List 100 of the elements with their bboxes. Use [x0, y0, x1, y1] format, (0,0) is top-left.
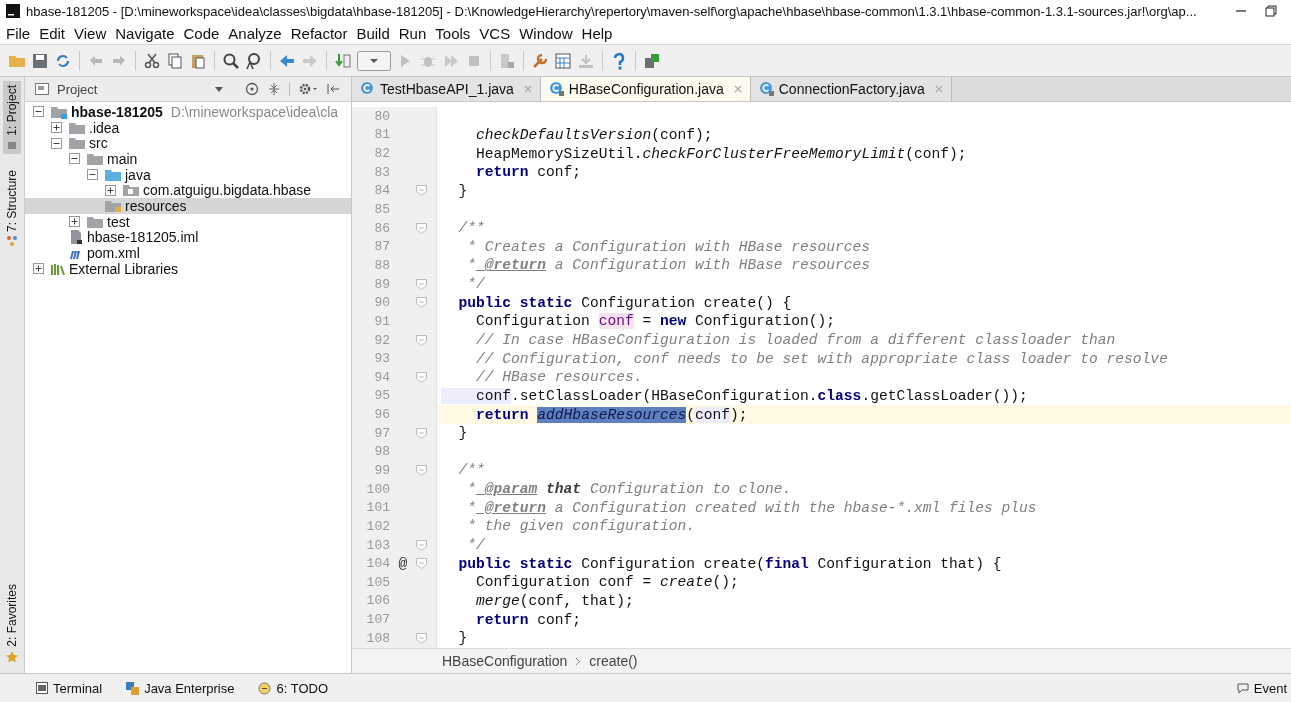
restore-icon[interactable] [1265, 5, 1277, 17]
cut-icon[interactable] [143, 51, 161, 70]
structure-icon[interactable] [498, 51, 516, 70]
menu-item[interactable]: Window [519, 24, 573, 42]
menu-item[interactable]: Tools [435, 24, 471, 42]
close-icon[interactable] [733, 85, 742, 93]
editor-tab[interactable]: TestHbaseAPI_1.java [352, 77, 541, 101]
event-log-icon[interactable] [1235, 681, 1250, 695]
line-number: 98 [373, 444, 390, 460]
menu-item[interactable]: Code [183, 24, 220, 42]
build-icon[interactable] [334, 51, 352, 70]
breadcrumb-item[interactable]: create() [589, 653, 638, 669]
layout-icon[interactable] [554, 51, 572, 70]
replace-icon[interactable] [245, 51, 263, 70]
fold-icon[interactable] [416, 539, 427, 551]
code-line: return conf; [475, 164, 582, 181]
copy-icon[interactable] [166, 51, 184, 70]
tree-item[interactable]: pom.xml [25, 245, 351, 261]
code-line: * @return a Configuration created with the hbase-*.xml files plus [466, 499, 1037, 516]
code-line: * the given configuration. [466, 518, 695, 535]
tree-item[interactable]: java [25, 166, 351, 183]
override-marker[interactable]: @ [398, 555, 408, 572]
tree-item[interactable]: resources [25, 198, 351, 214]
line-number: 95 [373, 388, 390, 404]
chevron-icon [575, 656, 582, 666]
expand-toggle-icon[interactable] [33, 263, 44, 275]
line-number: 101 [365, 500, 390, 516]
menu-item[interactable]: Run [398, 24, 427, 42]
tool-window-tab[interactable]: 7: Structure [3, 165, 21, 250]
save-icon[interactable] [31, 51, 49, 70]
line-number: 96 [373, 407, 390, 423]
tree-item[interactable]: main [25, 151, 351, 167]
menu-item[interactable]: Refactor [290, 24, 348, 42]
menu-item[interactable]: Edit [39, 24, 66, 42]
fold-icon[interactable] [416, 185, 427, 197]
fold-icon[interactable] [416, 427, 427, 439]
tree-item[interactable]: test [25, 213, 351, 230]
run-config-dropdown[interactable] [357, 50, 391, 71]
tree-item[interactable]: .idea [25, 119, 351, 136]
close-icon[interactable] [523, 85, 532, 93]
menu-item[interactable]: File [6, 24, 31, 42]
tree-item[interactable]: External Libraries [25, 260, 351, 277]
menu-item[interactable]: Help [581, 24, 613, 42]
hide-panel-icon[interactable] [326, 82, 340, 96]
tree-item[interactable]: hbase-181205.iml [25, 229, 351, 246]
tool-window-tab[interactable]: 2: Favorites [3, 580, 21, 667]
enterprise-icon [126, 681, 140, 695]
sdk-icon[interactable] [531, 51, 549, 70]
package-icon [122, 182, 140, 199]
fold-icon[interactable] [416, 297, 427, 309]
expand-toggle-icon[interactable] [105, 184, 116, 196]
collapse-toggle-icon[interactable] [33, 106, 44, 118]
editor-tab[interactable]: ConnectionFactory.java [750, 77, 952, 101]
code-line: public static Configuration create() { [457, 294, 792, 311]
collapse-toggle-icon[interactable] [69, 153, 80, 165]
code-line: Configuration conf = new Configuration(); [475, 313, 836, 330]
tool-window-button[interactable]: Terminal [36, 680, 103, 696]
fold-icon[interactable] [416, 371, 427, 383]
expand-toggle-icon[interactable] [69, 216, 80, 228]
tool-window-button[interactable]: 6: TODO [258, 680, 328, 696]
expand-toggle-icon[interactable] [51, 122, 62, 134]
editor-tab[interactable]: HBaseConfiguration.java [540, 77, 751, 101]
folder-icon [7, 139, 17, 150]
settings-icon[interactable] [298, 82, 318, 96]
line-number: 90 [373, 295, 390, 311]
fold-icon[interactable] [416, 278, 427, 290]
code-line: // HBase resources. [475, 369, 643, 386]
menu-item[interactable]: View [74, 24, 107, 42]
code-line: // In case HBaseConfiguration is loaded from a different classloader than [475, 332, 1116, 348]
tool-window-tab[interactable]: 1: Project [3, 81, 21, 154]
event-log-label[interactable]: Event [1253, 680, 1287, 696]
code-line: // Configuration, conf needs to be set with appropriate class loader to resolve [475, 350, 1168, 367]
search-icon[interactable] [222, 51, 240, 70]
fold-icon[interactable] [416, 334, 427, 346]
locate-icon[interactable] [245, 82, 259, 96]
fold-icon[interactable] [416, 632, 427, 644]
tree-item[interactable]: hbase-181205 D:\mineworkspace\idea\cla [25, 104, 351, 120]
collapse-toggle-icon[interactable] [87, 169, 98, 181]
structure-icon [7, 235, 17, 246]
menu-item[interactable]: Build [356, 24, 390, 42]
collapse-icon[interactable] [267, 82, 281, 96]
menu-item[interactable]: VCS [479, 24, 511, 42]
line-number: 97 [373, 425, 390, 441]
tree-item[interactable]: src [25, 135, 351, 152]
menu-item[interactable]: Navigate [115, 24, 175, 42]
code-line: checkDefaultsVersion(conf); [475, 126, 713, 143]
collapse-toggle-icon[interactable] [51, 137, 62, 149]
code-line: } [457, 630, 468, 647]
task-icon[interactable] [643, 51, 661, 70]
todo-icon [258, 681, 272, 695]
menu-item[interactable]: Analyze [228, 24, 282, 42]
fold-icon[interactable] [416, 465, 427, 476]
tree-item[interactable]: com.atguigu.bigdata.hbase [25, 182, 351, 199]
code-line: merge(conf, that); [475, 592, 634, 609]
fold-icon[interactable] [416, 222, 427, 234]
dropdown-caret-icon[interactable] [215, 86, 223, 92]
breadcrumb-item[interactable]: HBaseConfiguration [442, 653, 568, 669]
close-icon[interactable] [934, 85, 943, 93]
fold-icon[interactable] [416, 558, 427, 570]
tool-window-button[interactable]: Java Enterprise [126, 680, 235, 696]
